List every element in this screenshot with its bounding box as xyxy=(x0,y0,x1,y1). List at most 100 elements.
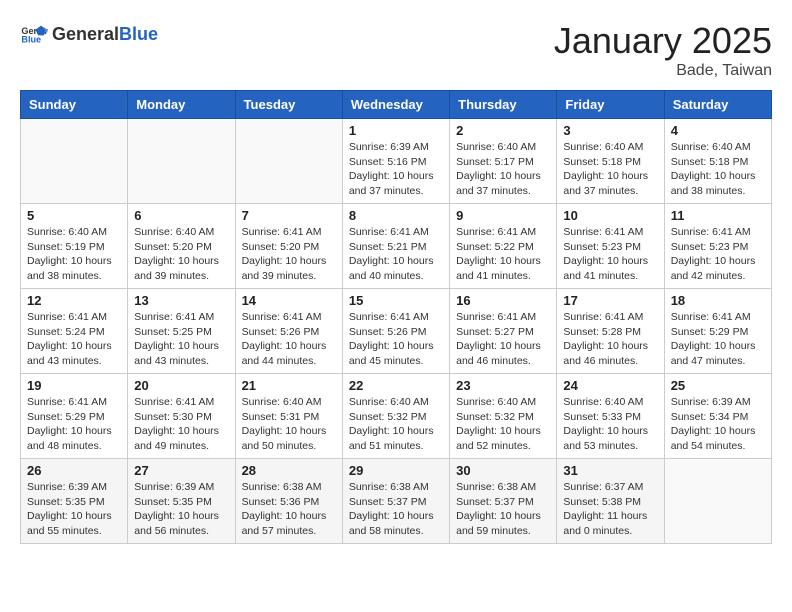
header-thursday: Thursday xyxy=(450,91,557,119)
day-cell: 9 Sunrise: 6:41 AMSunset: 5:22 PMDaylight… xyxy=(450,204,557,289)
day-info: Sunrise: 6:40 AMSunset: 5:17 PMDaylight:… xyxy=(456,140,550,199)
day-cell: 11 Sunrise: 6:41 AMSunset: 5:23 PMDayligh… xyxy=(664,204,771,289)
day-number: 7 xyxy=(242,208,336,223)
day-cell: 18 Sunrise: 6:41 AMSunset: 5:29 PMDayligh… xyxy=(664,289,771,374)
day-cell: 13 Sunrise: 6:41 AMSunset: 5:25 PMDayligh… xyxy=(128,289,235,374)
days-header-row: Sunday Monday Tuesday Wednesday Thursday… xyxy=(21,91,772,119)
day-info: Sunrise: 6:41 AMSunset: 5:28 PMDaylight:… xyxy=(563,310,657,369)
day-cell xyxy=(235,119,342,204)
day-number: 5 xyxy=(27,208,121,223)
day-number: 27 xyxy=(134,463,228,478)
day-cell: 30 Sunrise: 6:38 AMSunset: 5:37 PMDayligh… xyxy=(450,459,557,544)
day-info: Sunrise: 6:40 AMSunset: 5:18 PMDaylight:… xyxy=(563,140,657,199)
day-cell: 2 Sunrise: 6:40 AMSunset: 5:17 PMDaylight… xyxy=(450,119,557,204)
day-number: 20 xyxy=(134,378,228,393)
day-number: 23 xyxy=(456,378,550,393)
day-number: 18 xyxy=(671,293,765,308)
day-cell: 16 Sunrise: 6:41 AMSunset: 5:27 PMDayligh… xyxy=(450,289,557,374)
day-number: 3 xyxy=(563,123,657,138)
month-title: January 2025 xyxy=(554,20,772,62)
day-number: 15 xyxy=(349,293,443,308)
day-number: 24 xyxy=(563,378,657,393)
day-info: Sunrise: 6:39 AMSunset: 5:16 PMDaylight:… xyxy=(349,140,443,199)
day-info: Sunrise: 6:40 AMSunset: 5:20 PMDaylight:… xyxy=(134,225,228,284)
week-row-5: 26 Sunrise: 6:39 AMSunset: 5:35 PMDayligh… xyxy=(21,459,772,544)
day-cell: 22 Sunrise: 6:40 AMSunset: 5:32 PMDayligh… xyxy=(342,374,449,459)
day-number: 19 xyxy=(27,378,121,393)
week-row-3: 12Sunrise: 6:41 AMSunset: 5:24 PMDayligh… xyxy=(21,289,772,374)
day-cell: 20Sunrise: 6:41 AMSunset: 5:30 PMDayligh… xyxy=(128,374,235,459)
day-cell: 29Sunrise: 6:38 AMSunset: 5:37 PMDayligh… xyxy=(342,459,449,544)
day-number: 4 xyxy=(671,123,765,138)
day-cell: 31 Sunrise: 6:37 AMSunset: 5:38 PMDayligh… xyxy=(557,459,664,544)
day-cell: 15 Sunrise: 6:41 AMSunset: 5:26 PMDayligh… xyxy=(342,289,449,374)
day-number: 21 xyxy=(242,378,336,393)
logo-icon: General Blue xyxy=(20,20,48,48)
day-number: 25 xyxy=(671,378,765,393)
day-cell: 5 Sunrise: 6:40 AMSunset: 5:19 PMDaylight… xyxy=(21,204,128,289)
day-number: 26 xyxy=(27,463,121,478)
day-cell: 26 Sunrise: 6:39 AMSunset: 5:35 PMDayligh… xyxy=(21,459,128,544)
header-friday: Friday xyxy=(557,91,664,119)
day-cell: 10 Sunrise: 6:41 AMSunset: 5:23 PMDayligh… xyxy=(557,204,664,289)
day-info: Sunrise: 6:37 AMSunset: 5:38 PMDaylight:… xyxy=(563,480,657,539)
day-cell: 14Sunrise: 6:41 AMSunset: 5:26 PMDayligh… xyxy=(235,289,342,374)
day-cell: 19 Sunrise: 6:41 AMSunset: 5:29 PMDayligh… xyxy=(21,374,128,459)
day-cell: 23 Sunrise: 6:40 AMSunset: 5:32 PMDayligh… xyxy=(450,374,557,459)
logo-text-blue: Blue xyxy=(119,24,158,44)
week-row-4: 19 Sunrise: 6:41 AMSunset: 5:29 PMDayligh… xyxy=(21,374,772,459)
day-info: Sunrise: 6:39 AMSunset: 5:34 PMDaylight:… xyxy=(671,395,765,454)
day-info: Sunrise: 6:40 AMSunset: 5:19 PMDaylight:… xyxy=(27,225,121,284)
day-number: 12 xyxy=(27,293,121,308)
day-number: 30 xyxy=(456,463,550,478)
day-info: Sunrise: 6:40 AMSunset: 5:32 PMDaylight:… xyxy=(456,395,550,454)
day-number: 28 xyxy=(242,463,336,478)
day-info: Sunrise: 6:39 AMSunset: 5:35 PMDaylight:… xyxy=(27,480,121,539)
week-row-1: 1 Sunrise: 6:39 AMSunset: 5:16 PMDaylight… xyxy=(21,119,772,204)
day-cell: 6 Sunrise: 6:40 AMSunset: 5:20 PMDaylight… xyxy=(128,204,235,289)
day-cell xyxy=(664,459,771,544)
logo-text-general: General xyxy=(52,24,119,44)
day-cell: 17 Sunrise: 6:41 AMSunset: 5:28 PMDayligh… xyxy=(557,289,664,374)
day-cell: 21Sunrise: 6:40 AMSunset: 5:31 PMDayligh… xyxy=(235,374,342,459)
day-cell: 27Sunrise: 6:39 AMSunset: 5:35 PMDayligh… xyxy=(128,459,235,544)
day-info: Sunrise: 6:41 AMSunset: 5:23 PMDaylight:… xyxy=(671,225,765,284)
day-cell: 4 Sunrise: 6:40 AMSunset: 5:18 PMDaylight… xyxy=(664,119,771,204)
day-number: 31 xyxy=(563,463,657,478)
header-sunday: Sunday xyxy=(21,91,128,119)
header-saturday: Saturday xyxy=(664,91,771,119)
day-number: 16 xyxy=(456,293,550,308)
day-info: Sunrise: 6:41 AMSunset: 5:26 PMDaylight:… xyxy=(349,310,443,369)
day-info: Sunrise: 6:41 AMSunset: 5:22 PMDaylight:… xyxy=(456,225,550,284)
day-info: Sunrise: 6:40 AMSunset: 5:18 PMDaylight:… xyxy=(671,140,765,199)
day-number: 17 xyxy=(563,293,657,308)
day-info: Sunrise: 6:41 AMSunset: 5:25 PMDaylight:… xyxy=(134,310,228,369)
day-number: 1 xyxy=(349,123,443,138)
day-number: 6 xyxy=(134,208,228,223)
header-monday: Monday xyxy=(128,91,235,119)
header-wednesday: Wednesday xyxy=(342,91,449,119)
day-number: 11 xyxy=(671,208,765,223)
day-cell xyxy=(128,119,235,204)
day-info: Sunrise: 6:40 AMSunset: 5:32 PMDaylight:… xyxy=(349,395,443,454)
day-number: 9 xyxy=(456,208,550,223)
day-number: 10 xyxy=(563,208,657,223)
calendar-table: Sunday Monday Tuesday Wednesday Thursday… xyxy=(20,90,772,544)
header-tuesday: Tuesday xyxy=(235,91,342,119)
day-number: 2 xyxy=(456,123,550,138)
day-info: Sunrise: 6:41 AMSunset: 5:23 PMDaylight:… xyxy=(563,225,657,284)
day-info: Sunrise: 6:41 AMSunset: 5:27 PMDaylight:… xyxy=(456,310,550,369)
logo: General Blue GeneralBlue xyxy=(20,20,158,48)
day-number: 22 xyxy=(349,378,443,393)
day-info: Sunrise: 6:38 AMSunset: 5:37 PMDaylight:… xyxy=(456,480,550,539)
day-cell: 1 Sunrise: 6:39 AMSunset: 5:16 PMDaylight… xyxy=(342,119,449,204)
day-info: Sunrise: 6:40 AMSunset: 5:33 PMDaylight:… xyxy=(563,395,657,454)
title-block: January 2025 Bade, Taiwan xyxy=(554,20,772,80)
day-number: 13 xyxy=(134,293,228,308)
svg-text:Blue: Blue xyxy=(21,34,41,44)
day-number: 14 xyxy=(242,293,336,308)
day-number: 29 xyxy=(349,463,443,478)
day-cell: 7Sunrise: 6:41 AMSunset: 5:20 PMDaylight… xyxy=(235,204,342,289)
day-info: Sunrise: 6:41 AMSunset: 5:29 PMDaylight:… xyxy=(27,395,121,454)
day-info: Sunrise: 6:41 AMSunset: 5:29 PMDaylight:… xyxy=(671,310,765,369)
